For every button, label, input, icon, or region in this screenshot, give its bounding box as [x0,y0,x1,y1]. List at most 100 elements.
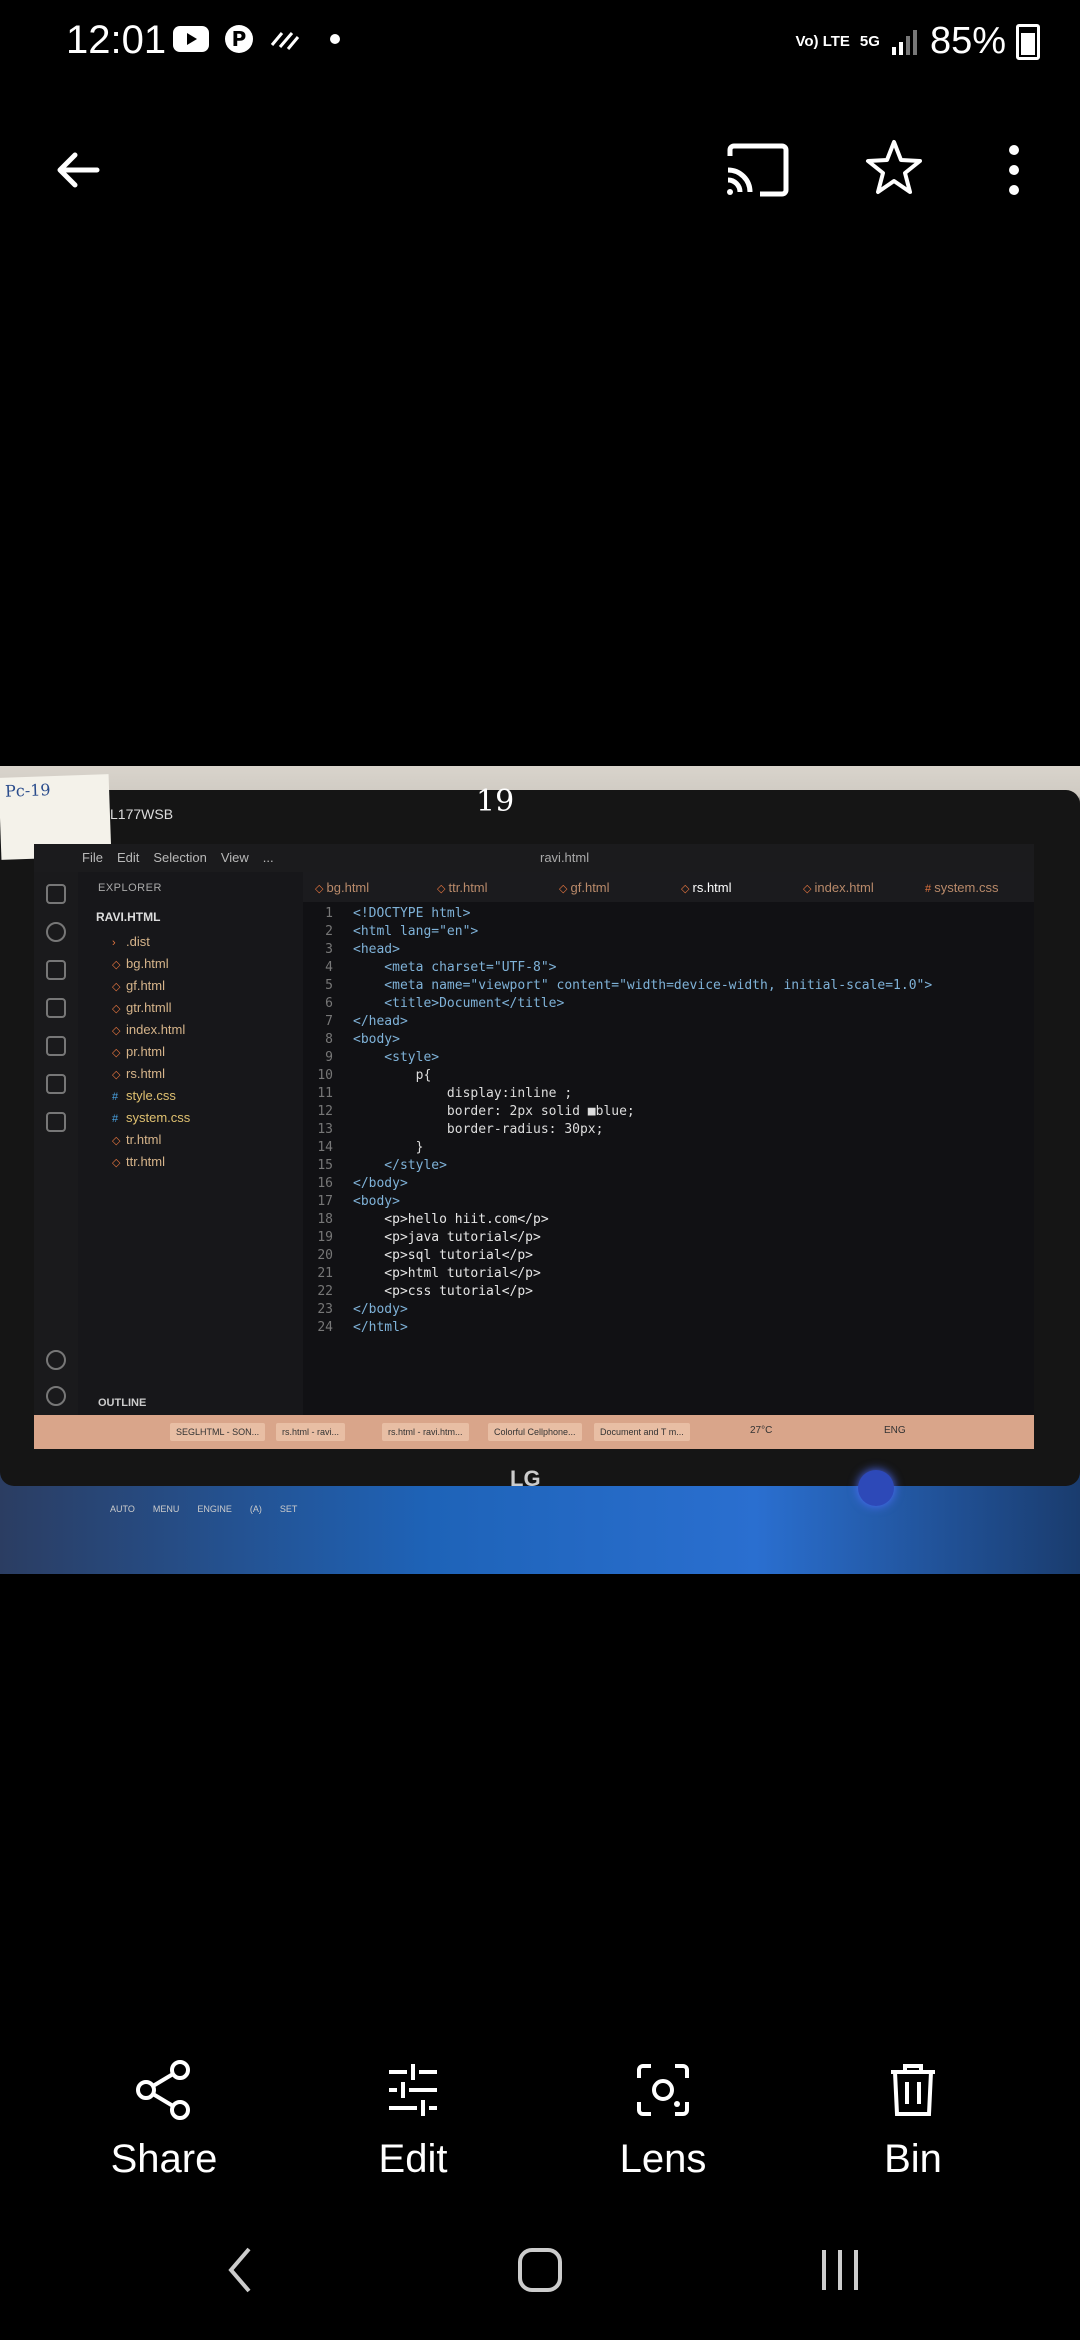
line-number: 2 [325,924,333,939]
vscode-search: ravi.html [540,850,590,865]
line-number: 24 [317,1320,333,1335]
line-number: 15 [317,1158,333,1173]
line-number: 11 [317,1086,333,1101]
line-number: 1 [325,906,333,921]
youtube-icon [173,26,209,52]
photo-actions: Share Edit Lens Bin [0,2060,1080,2190]
trash-icon [891,2064,935,2116]
editor-tab-label: ttr.html [448,880,488,895]
monitor-buttons: AUTO MENU ENGINE (A) SET [110,1504,297,1514]
line-number: 12 [317,1104,333,1119]
photo-viewer-image[interactable]: Pc-19 L177WSB 19 File Edit Selection Vie… [0,766,1080,1574]
explorer-header: EXPLORER [98,882,162,894]
system-nav-bar [0,2230,1080,2310]
menu-selection: Selection [153,850,207,865]
code-line: display:inline ; [353,1086,573,1101]
explorer-file-name: style.css [126,1088,176,1103]
editor-tab: ◇ ttr.html [437,880,488,895]
code-line: border: 2px solid ■blue; [353,1104,635,1119]
monitor-screen: File Edit Selection View ... ravi.html E… [34,844,1034,1449]
code-line: <!DOCTYPE html> [353,906,471,921]
edit-button[interactable]: Edit [313,2060,513,2182]
editor-tab: ◇ bg.html [315,880,369,895]
code-line: </head> [353,1014,408,1029]
nav-recents-button[interactable] [808,2240,872,2300]
battery-percent: 85% [929,20,1006,62]
line-number: 10 [317,1068,333,1083]
explorer-file: ◇ ttr.html [112,1154,165,1169]
line-number: 20 [317,1248,333,1263]
cast-icon [727,143,789,197]
taskbar-weather: 27°C [750,1425,773,1436]
html-file-icon: ◇ [112,1157,121,1169]
volte-indicator: Vo) LTE [795,32,850,50]
explorer-file: # style.css [112,1088,176,1103]
line-number: 23 [317,1302,333,1317]
files-icon [46,884,66,904]
battery-icon [1016,23,1040,60]
nav-home-button[interactable] [508,2240,572,2300]
explorer-file-name: pr.html [126,1044,166,1059]
menu-view: View [220,850,249,865]
vscode-editor: 1 <!DOCTYPE html> 2 <html lang="en"> 3 <head>… [303,902,1034,1415]
nav-recents-icon [822,2250,858,2290]
editor-tab: ◇ rs.html [681,880,732,895]
lens-button[interactable]: Lens [563,2060,763,2182]
back-button[interactable] [48,140,108,200]
code-line: <title>Document</title> [353,996,565,1011]
lens-label: Lens [619,2137,707,2181]
source-control-icon [46,960,66,980]
share-button[interactable]: Share [64,2060,264,2182]
monitor-brand: LG [510,1466,541,1491]
explorer-file-name: index.html [126,1022,186,1037]
explorer-folder: RAVI.HTML [96,910,161,924]
bin-button[interactable]: Bin [813,2060,1013,2182]
line-number: 17 [317,1194,333,1209]
more-options-button[interactable] [996,140,1032,200]
cast-button[interactable] [722,140,792,200]
editor-tab-label: bg.html [326,880,370,895]
code-line: <head> [353,942,400,957]
html-file-icon: ◇ [112,1003,121,1015]
monitor-button-set: SET [279,1504,298,1514]
account-icon [46,1350,66,1370]
vscode-tabs: ◇ bg.html ◇ ttr.html ◇ gf.html ◇ rs.html ◇ i… [303,872,1034,902]
pinterest-icon: P [225,25,253,53]
html-file-icon: ◇ [437,883,449,895]
share-label: Share [110,2137,218,2181]
html-file-icon: ◇ [559,883,571,895]
explorer-file-name: .dist [126,934,150,949]
code-line: <p>css tutorial</p> [353,1284,534,1299]
top-app-bar [0,120,1080,220]
arrow-left-icon [57,152,100,188]
more-vertical-icon [1009,145,1019,195]
monitor-button-engine: ENGINE [197,1504,232,1514]
code-line: } [353,1140,424,1155]
remote-icon [46,1074,66,1094]
html-file-icon: ◇ [803,883,815,895]
explorer-file: # system.css [112,1110,190,1125]
taskbar-item: Document and T m... [594,1423,690,1441]
code-line: </style> [353,1158,447,1173]
nav-back-button[interactable] [210,2240,270,2300]
explorer-file-name: gf.html [126,978,166,993]
editor-tab: ◇ index.html [803,880,874,895]
explorer-file: ◇ index.html [112,1022,185,1037]
extensions-icon [46,1036,66,1056]
html-file-icon: ◇ [112,959,121,971]
share-icon [136,2060,190,2120]
vscode-titlebar: File Edit Selection View ... ravi.html [34,844,1034,872]
explorer-file: ◇ bg.html [112,956,169,971]
explorer-file: › .dist [112,934,150,949]
taskbar-item: SEGLHTML - SON... [170,1423,266,1441]
line-number: 8 [325,1032,333,1047]
favourite-button[interactable] [862,136,926,200]
bin-label: Bin [884,2137,942,2181]
monitor-button-auto: AUTO [110,1504,135,1514]
status-bar: 12:01 P Vo) LTE 5G 85% [0,0,1080,84]
html-file-icon: ◇ [681,883,693,895]
explorer-file-name: gtr.htmll [126,1000,172,1015]
line-number: 9 [325,1050,333,1065]
html-file-icon: ◇ [112,1135,121,1147]
code-line: p{ [353,1068,432,1083]
